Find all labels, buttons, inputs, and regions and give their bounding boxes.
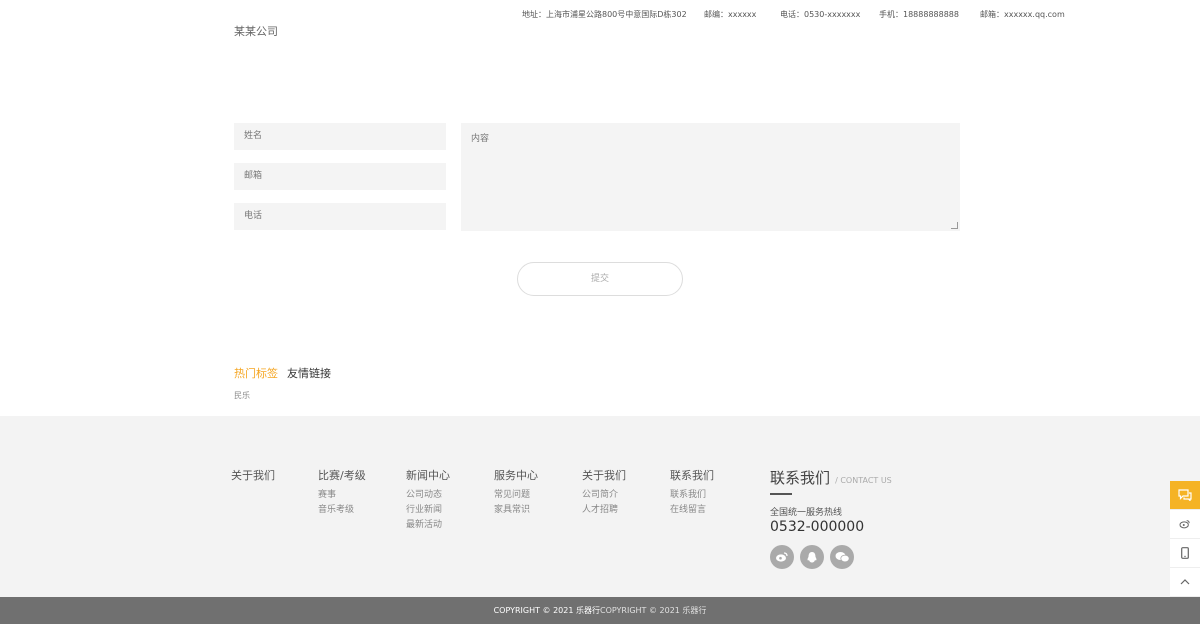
- wechat-icon[interactable]: [830, 545, 854, 569]
- header-mobile: 手机：18888888888: [879, 10, 959, 19]
- footer-col-title[interactable]: 关于我们: [231, 467, 275, 483]
- footer-link[interactable]: 赛事: [318, 487, 336, 500]
- chat-icon[interactable]: [1170, 481, 1200, 510]
- weibo-icon[interactable]: [1170, 510, 1200, 539]
- footer-col-title[interactable]: 服务中心: [494, 467, 538, 483]
- footer-col-title[interactable]: 比赛/考级: [318, 467, 366, 483]
- copyright-bar: COPYRIGHT © 2021 乐器行COPYRIGHT © 2021 乐器行: [0, 597, 1200, 624]
- tag-item[interactable]: 民乐: [234, 390, 250, 401]
- floating-sidebar: [1170, 481, 1200, 597]
- mobile-icon[interactable]: [1170, 539, 1200, 568]
- back-to-top-icon[interactable]: [1170, 568, 1200, 597]
- name-input[interactable]: 姓名: [234, 123, 446, 150]
- hotline-label: 全国统一服务热线: [770, 508, 843, 518]
- resize-handle[interactable]: [951, 222, 958, 229]
- footer-link[interactable]: 公司简介: [582, 487, 618, 500]
- footer-link[interactable]: 最新活动: [406, 517, 442, 530]
- footer-col-title[interactable]: 联系我们: [670, 467, 714, 483]
- email-input[interactable]: 邮箱: [234, 163, 446, 190]
- weibo-icon[interactable]: [770, 545, 794, 569]
- contact-underline: [770, 493, 792, 495]
- qq-icon[interactable]: [800, 545, 824, 569]
- footer-link[interactable]: 常见问题: [494, 487, 530, 500]
- footer-link[interactable]: 在线留言: [670, 502, 706, 515]
- footer-link[interactable]: 音乐考级: [318, 502, 354, 515]
- company-name: 某某公司: [234, 25, 278, 38]
- footer-link[interactable]: 联系我们: [670, 487, 706, 500]
- hotline-number: 0532-000000: [770, 519, 865, 535]
- tab-hot-tags[interactable]: 热门标签: [234, 365, 278, 381]
- copyright-text-duplicate: COPYRIGHT © 2021 乐器行: [600, 606, 707, 615]
- header-phone: 电话：0530-xxxxxxx: [780, 10, 861, 19]
- footer-col-title[interactable]: 关于我们: [582, 467, 626, 483]
- submit-button[interactable]: 提交: [517, 262, 683, 296]
- content-placeholder: 内容: [471, 134, 490, 144]
- tab-friend-links[interactable]: 友情链接: [287, 365, 331, 381]
- footer-link[interactable]: 家具常识: [494, 502, 530, 515]
- footer: 关于我们 比赛/考级 赛事 音乐考级 新闻中心 公司动态 行业新闻 最新活动 服…: [0, 416, 1200, 597]
- content-textarea[interactable]: 内容: [461, 123, 960, 231]
- contact-subtitle: / CONTACT US: [835, 476, 892, 485]
- footer-link[interactable]: 公司动态: [406, 487, 442, 500]
- header-email: 邮箱：xxxxxx.qq.com: [980, 10, 1065, 19]
- phone-input[interactable]: 电话: [234, 203, 446, 230]
- footer-link[interactable]: 行业新闻: [406, 502, 442, 515]
- header-address: 地址：上海市浦星公路800号中意国际D栋302: [522, 10, 687, 19]
- footer-col-title[interactable]: 新闻中心: [406, 467, 450, 483]
- contact-title: 联系我们: [770, 469, 831, 487]
- contact-heading: 联系我们 / CONTACT US: [770, 467, 892, 488]
- header-postcode: 邮编：xxxxxx: [704, 10, 757, 19]
- footer-link[interactable]: 人才招聘: [582, 502, 618, 515]
- copyright-text: COPYRIGHT © 2021 乐器行: [493, 606, 600, 615]
